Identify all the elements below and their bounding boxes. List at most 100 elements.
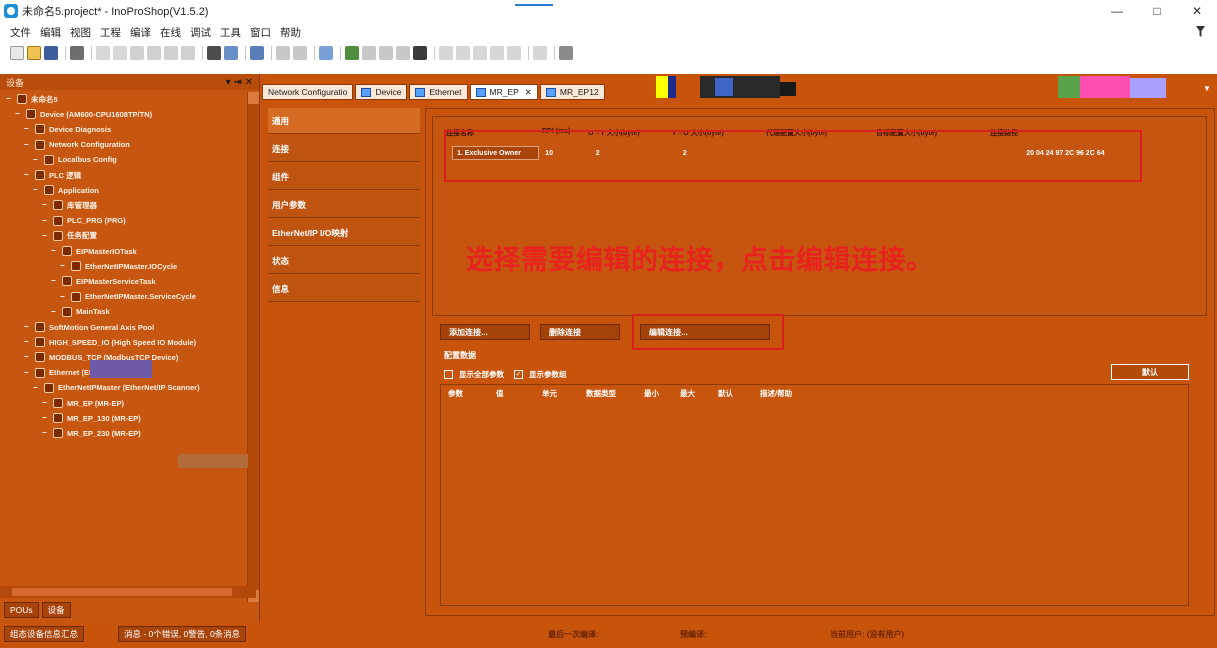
tree-item[interactable]: − Application: [33, 183, 99, 197]
tree-horizontal-scrollbar[interactable]: [0, 586, 256, 598]
open-folder-icon[interactable]: [27, 46, 41, 60]
tree-expander-icon[interactable]: −: [15, 110, 23, 118]
delete-connection-button[interactable]: 删除连接: [540, 324, 620, 340]
step-into-icon[interactable]: [456, 46, 470, 60]
tab-list-dropdown-icon[interactable]: ▼: [1203, 84, 1213, 98]
menu-project[interactable]: 工程: [100, 25, 121, 40]
tree-expander-icon[interactable]: −: [60, 292, 68, 301]
force-icon[interactable]: [507, 46, 521, 60]
menu-edit[interactable]: 编辑: [40, 25, 61, 40]
tab-pous[interactable]: POUs: [4, 602, 39, 618]
menu-window[interactable]: 窗口: [250, 25, 271, 40]
tab-device[interactable]: Device: [355, 84, 408, 100]
replace-icon[interactable]: [224, 46, 238, 60]
tree-expander-icon[interactable]: −: [33, 186, 41, 194]
tree-vertical-scrollbar[interactable]: [247, 92, 259, 602]
undo-icon[interactable]: [96, 46, 110, 60]
tab-mr-ep12[interactable]: MR_EP12: [539, 84, 605, 100]
stop-icon[interactable]: [396, 46, 410, 60]
close-button[interactable]: ✕: [1177, 0, 1217, 22]
cut-icon[interactable]: [130, 46, 144, 60]
tree-expander-icon[interactable]: −: [42, 429, 50, 437]
nav-info[interactable]: 信息: [268, 276, 420, 302]
new-file-icon[interactable]: [10, 46, 24, 60]
tree-item[interactable]: − EtherNetIPMaster.ServiceCycle: [60, 290, 196, 304]
step-over-icon[interactable]: [439, 46, 453, 60]
tree-expander-icon[interactable]: −: [6, 95, 14, 103]
tree-item[interactable]: − MR_EP_230 (MR-EP): [42, 426, 141, 440]
tree-expander-icon[interactable]: −: [24, 368, 32, 377]
tree-expander-icon[interactable]: −: [42, 201, 50, 209]
tree-item[interactable]: − EIPMasterIOTask: [51, 244, 137, 258]
logout-icon[interactable]: [362, 46, 376, 60]
delete-icon[interactable]: [181, 46, 195, 60]
tree-item[interactable]: − MR_EP (MR-EP): [42, 396, 124, 410]
add-object-icon[interactable]: [276, 46, 290, 60]
tree-expander-icon[interactable]: −: [33, 155, 41, 164]
tree-item[interactable]: − EIPMasterServiceTask: [51, 274, 156, 288]
tree-expander-icon[interactable]: −: [42, 231, 50, 240]
tree-item[interactable]: − EtherNetIPMaster.IOCycle: [60, 259, 177, 273]
tree-item[interactable]: − EtherNetIPMaster (EtherNet/IP Scanner): [33, 381, 200, 395]
nav-status[interactable]: 状态: [268, 248, 420, 274]
tree-item[interactable]: − MR_EP_130 (MR-EP): [42, 411, 141, 425]
tree-expander-icon[interactable]: −: [51, 247, 59, 255]
tree-item[interactable]: − MainTask: [51, 305, 110, 319]
menu-online[interactable]: 在线: [160, 25, 181, 40]
menu-help[interactable]: 帮助: [280, 25, 301, 40]
tree-item[interactable]: − 任务配置: [42, 229, 97, 243]
login-icon[interactable]: [345, 46, 359, 60]
save-icon[interactable]: [44, 46, 58, 60]
menu-view[interactable]: 视图: [70, 25, 91, 40]
tree-expander-icon[interactable]: −: [24, 140, 32, 149]
default-button[interactable]: 默认: [1111, 364, 1189, 380]
close-tab-icon[interactable]: ✕: [525, 87, 532, 98]
menu-debug[interactable]: 调试: [190, 25, 211, 40]
find-icon[interactable]: [207, 46, 221, 60]
scroll-up-arrow[interactable]: [248, 92, 259, 104]
nav-user-params[interactable]: 用户参数: [268, 192, 420, 218]
tree-item[interactable]: − Localbus Config: [33, 153, 117, 167]
tree-item[interactable]: − PLC 逻辑: [24, 168, 81, 182]
tab-mr-ep[interactable]: MR_EP ✕: [469, 84, 538, 100]
tree-item[interactable]: − PLC_PRG (PRG): [42, 214, 126, 228]
tree-item[interactable]: − 未命名5: [6, 92, 58, 106]
build-icon[interactable]: [319, 46, 333, 60]
nav-general[interactable]: 通用: [268, 108, 420, 134]
grid-icon[interactable]: [559, 46, 573, 60]
paste-icon[interactable]: [164, 46, 178, 60]
tree-expander-icon[interactable]: −: [60, 262, 68, 270]
tree-item[interactable]: − Network Configuration: [24, 138, 130, 152]
tree-expander-icon[interactable]: −: [33, 383, 41, 392]
step-out-icon[interactable]: [473, 46, 487, 60]
menu-build[interactable]: 编译: [130, 25, 151, 40]
tree-expander-icon[interactable]: −: [24, 125, 32, 133]
breakpoint-icon[interactable]: [490, 46, 504, 60]
tree-item[interactable]: − 库管理器: [42, 198, 97, 212]
tab-devices[interactable]: 设备: [41, 602, 71, 618]
tab-network-configuration[interactable]: Network Configuratio: [262, 84, 354, 100]
maximize-button[interactable]: □: [1137, 0, 1177, 22]
tree-item[interactable]: − Device Diagnosis: [24, 122, 111, 136]
tree-expander-icon[interactable]: −: [51, 307, 59, 316]
tree-expander-icon[interactable]: −: [42, 414, 50, 422]
scrollbar-thumb[interactable]: [12, 588, 232, 596]
show-all-checkbox[interactable]: [444, 369, 453, 379]
menu-file[interactable]: 文件: [10, 25, 31, 40]
tab-device-summary[interactable]: 组态设备信息汇总: [4, 626, 85, 642]
tree-expander-icon[interactable]: −: [24, 338, 32, 346]
menu-tools[interactable]: 工具: [220, 25, 241, 40]
filter-icon[interactable]: [1196, 26, 1205, 38]
device-icon[interactable]: [250, 46, 264, 60]
tree-expander-icon[interactable]: −: [24, 353, 32, 361]
nav-connections[interactable]: 连接: [268, 136, 420, 162]
add-connection-button[interactable]: 添加连接...: [440, 324, 530, 340]
nav-components[interactable]: 组件: [268, 164, 420, 190]
add-folder-icon[interactable]: [293, 46, 307, 60]
tab-ethernet[interactable]: Ethernet: [409, 84, 468, 100]
tree-expander-icon[interactable]: −: [42, 216, 50, 225]
copy-icon[interactable]: [147, 46, 161, 60]
tree-expander-icon[interactable]: −: [42, 399, 50, 407]
tree-expander-icon[interactable]: −: [24, 171, 32, 179]
tree-item[interactable]: − SoftMotion General Axis Pool: [24, 320, 154, 334]
